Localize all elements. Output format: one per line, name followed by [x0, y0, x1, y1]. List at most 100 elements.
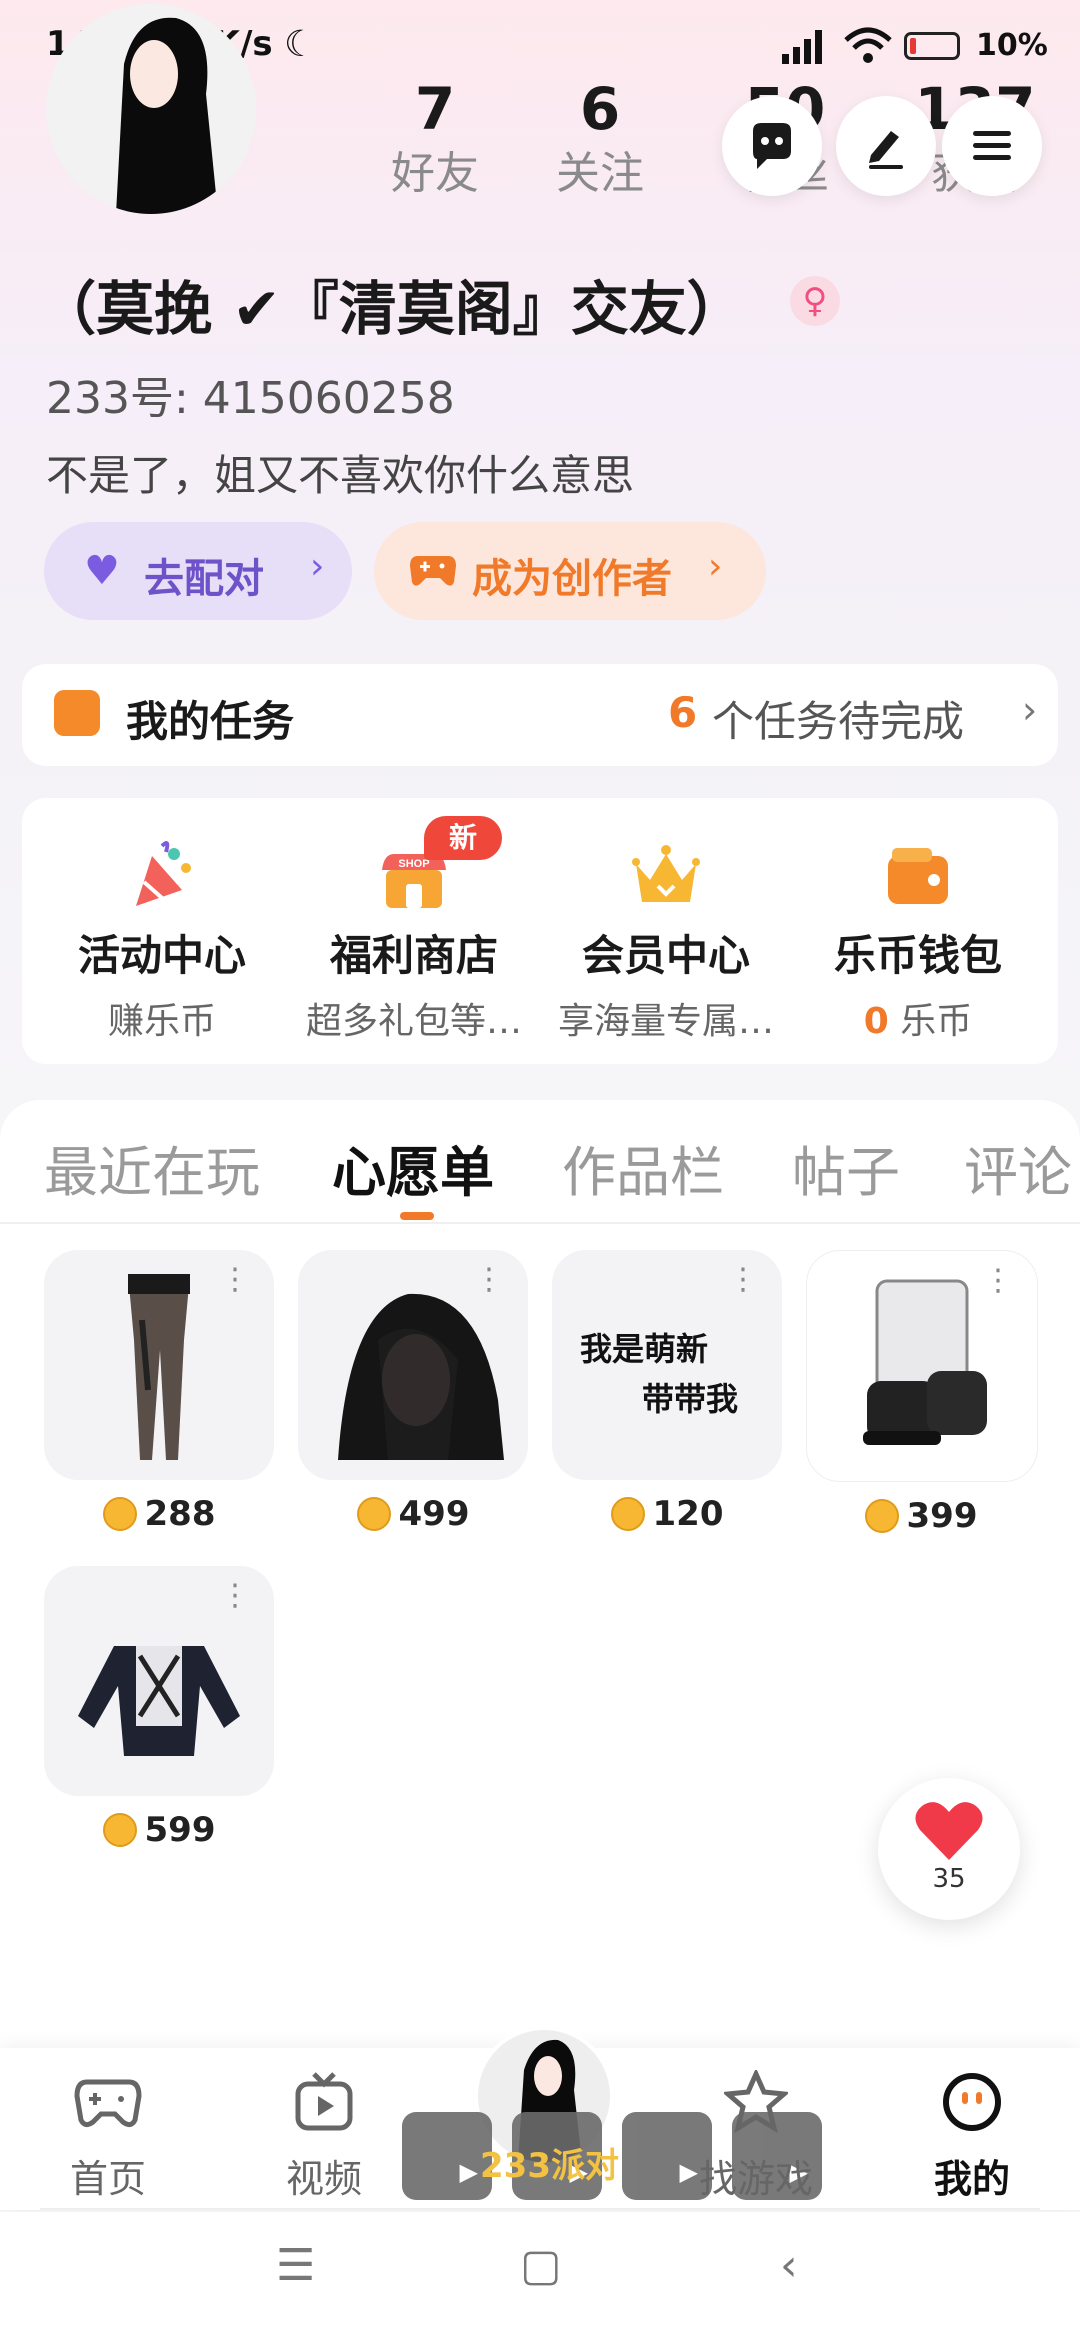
- battery-percent: 10%: [976, 28, 1048, 63]
- nav-label: 视频: [285, 2157, 362, 2201]
- match-label: 去配对: [144, 556, 264, 602]
- member-center[interactable]: 会员中心 享海量专属…: [546, 798, 786, 1064]
- quick-subtitle: 0 乐币: [798, 992, 1038, 1044]
- gamepad-icon: [410, 556, 456, 586]
- pencil-icon: [869, 131, 903, 169]
- tab-works[interactable]: 作品栏: [562, 1128, 724, 1207]
- quick-subtitle: 赚乐币: [107, 1001, 216, 1042]
- nav-label: 找游戏: [698, 2157, 813, 2201]
- quick-title: 乐币钱包: [833, 931, 1002, 980]
- gamepad-icon: [74, 2079, 142, 2128]
- my-tasks-row[interactable]: 我的任务 6 个任务待完成 ›: [22, 664, 1058, 766]
- tv-icon: [295, 2072, 353, 2131]
- creator-label: 成为创作者: [472, 556, 672, 602]
- become-creator-button[interactable]: 成为创作者 ›: [374, 522, 766, 620]
- party-popper-icon: [136, 841, 191, 906]
- female-icon: ♀: [790, 276, 840, 326]
- item-image: 我是萌新 带带我 ⋮: [552, 1250, 782, 1480]
- item-image: ⋮: [44, 1566, 274, 1796]
- home-icon[interactable]: ▢: [520, 2240, 562, 2291]
- wishlist-item[interactable]: ⋮ 499: [298, 1250, 528, 1534]
- item-image: ⋮: [44, 1250, 274, 1480]
- quick-subtitle: 享海量专属…: [557, 1001, 774, 1042]
- crown-icon: [632, 845, 700, 902]
- wishlist-item[interactable]: ⋮ 288: [44, 1250, 274, 1534]
- new-badge: 新: [424, 816, 502, 860]
- profile-bio: 不是了，姐又不喜欢你什么意思: [46, 451, 635, 500]
- coin-icon: [610, 1497, 645, 1531]
- recent-apps-icon[interactable]: ☰: [276, 2240, 315, 2291]
- more-icon[interactable]: ⋮: [220, 1265, 250, 1295]
- tasks-remaining: 个任务待完成: [712, 697, 965, 746]
- coin-icon: [102, 1497, 137, 1531]
- like-count: 35: [932, 1864, 966, 1894]
- floating-video-tile[interactable]: ▶: [402, 2112, 492, 2200]
- back-icon[interactable]: ‹: [780, 2240, 798, 2291]
- user-id[interactable]: 233号: 415060258: [46, 362, 455, 426]
- coin-icon: [102, 1813, 137, 1847]
- more-icon[interactable]: ⋮: [220, 1581, 250, 1611]
- nav-label: 我的: [933, 2157, 1010, 2201]
- wallet-icon: [888, 848, 948, 904]
- coin-balance: 0: [863, 1001, 889, 1042]
- stat-label: 好友: [391, 148, 479, 199]
- more-icon[interactable]: ⋮: [983, 1266, 1013, 1296]
- stat-value: 7: [414, 75, 456, 143]
- battery-icon: [904, 32, 960, 60]
- edit-profile-button[interactable]: [836, 96, 936, 196]
- item-image: ⋮: [298, 1250, 528, 1480]
- svg-text:SHOP: SHOP: [398, 858, 429, 870]
- nav-home[interactable]: 首页: [28, 2070, 188, 2203]
- tab-recent[interactable]: 最近在玩: [44, 1128, 260, 1207]
- wishlist-item[interactable]: 我是萌新 带带我 ⋮ 120: [552, 1250, 782, 1534]
- item-price: 599: [44, 1810, 274, 1850]
- quick-title: 福利商店: [329, 931, 498, 980]
- wishlist-item[interactable]: ⋮ 599: [44, 1566, 274, 1850]
- tab-posts[interactable]: 帖子: [792, 1128, 900, 1207]
- wishlist-item[interactable]: ⋮ 399: [806, 1250, 1038, 1536]
- tab-comments[interactable]: 评论: [964, 1128, 1072, 1207]
- item-price: 499: [298, 1494, 528, 1534]
- nav-video[interactable]: 视频: [244, 2070, 404, 2203]
- sticker-text-2: 带带我: [642, 1380, 739, 1418]
- signal-icon: [782, 30, 822, 64]
- match-button[interactable]: ♥ 去配对 ›: [44, 522, 352, 620]
- menu-button[interactable]: [942, 96, 1042, 196]
- coin-unit: 乐币: [888, 1001, 973, 1042]
- coin-icon: [864, 1499, 899, 1533]
- stat-friends[interactable]: 7 好友: [370, 74, 500, 204]
- chat-bubble-icon: [753, 123, 791, 169]
- coin-icon: [356, 1497, 391, 1531]
- chevron-right-icon: ›: [310, 546, 325, 587]
- tab-wishlist[interactable]: 心愿单: [332, 1128, 494, 1207]
- chevron-right-icon: ›: [1022, 688, 1038, 732]
- quick-title: 会员中心: [581, 931, 750, 980]
- divider: [40, 2208, 1040, 2210]
- quick-subtitle: 超多礼包等…: [305, 1001, 522, 1042]
- heart-icon: [915, 1802, 983, 1860]
- activity-center[interactable]: 活动中心 赚乐币: [42, 798, 282, 1064]
- stat-following[interactable]: 6 关注: [535, 74, 665, 204]
- divider: [0, 1222, 1080, 1224]
- sticker-text-1: 我是萌新: [580, 1330, 709, 1368]
- avatar[interactable]: [46, 4, 256, 214]
- nav-label: 首页: [69, 2157, 146, 2201]
- like-button[interactable]: 35: [878, 1778, 1020, 1920]
- quick-title: 活动中心: [77, 931, 246, 980]
- item-image: ⋮: [806, 1250, 1038, 1482]
- star-icon: [721, 2067, 791, 2134]
- chevron-right-icon: ›: [708, 546, 723, 587]
- tasks-title: 我的任务: [126, 697, 295, 746]
- party-label: 233派对: [480, 2146, 619, 2186]
- wifi-icon: [844, 27, 892, 63]
- nav-mine[interactable]: 我的: [892, 2070, 1052, 2203]
- message-button[interactable]: [722, 96, 822, 196]
- moon-icon: ☾: [284, 24, 317, 65]
- nav-find-games[interactable]: 找游戏: [676, 2067, 836, 2203]
- tab-indicator: [400, 1212, 434, 1220]
- coin-wallet[interactable]: 乐币钱包 0 乐币: [798, 798, 1038, 1064]
- more-icon[interactable]: ⋮: [728, 1265, 758, 1295]
- more-icon[interactable]: ⋮: [474, 1265, 504, 1295]
- quick-entry-grid: 活动中心 赚乐币 SHOP 福利商店 超多礼包等… 会员中心 享海量专属… 乐币…: [22, 798, 1058, 1064]
- item-price: 288: [44, 1494, 274, 1534]
